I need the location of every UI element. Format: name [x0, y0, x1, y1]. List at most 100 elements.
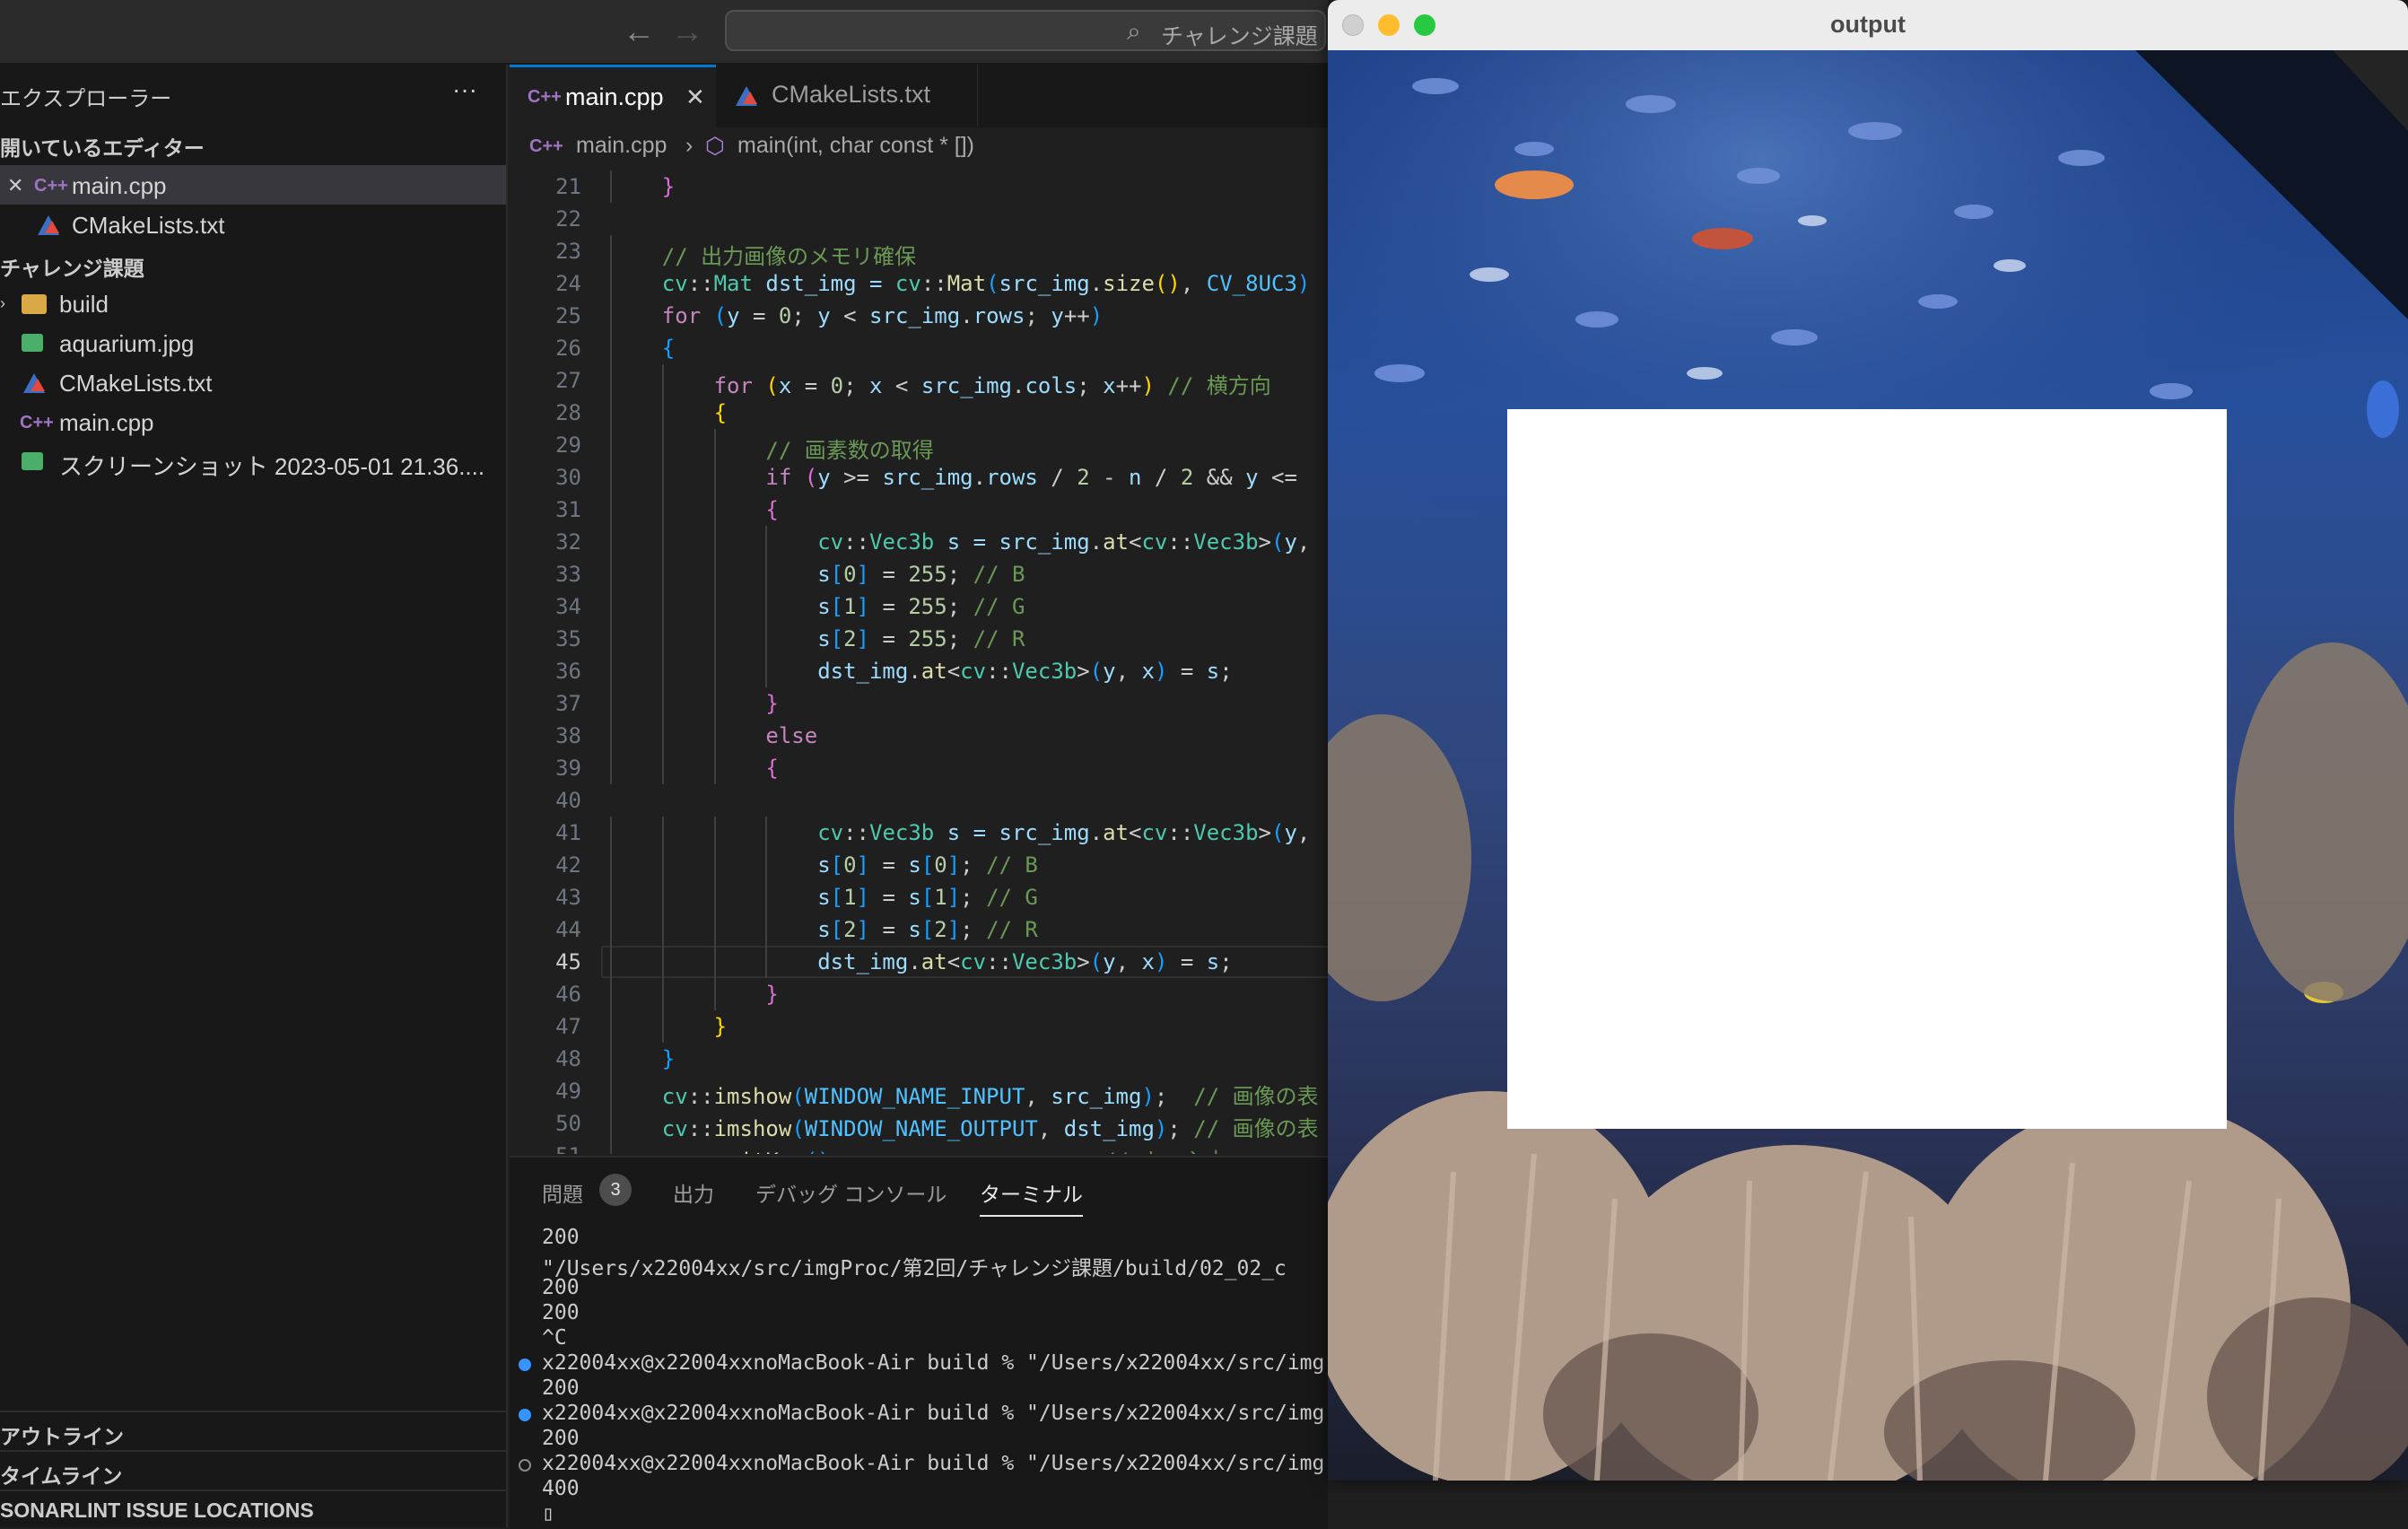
- indent-guide: [713, 978, 716, 1010]
- code-editor[interactable]: 21} 22 23// 出力画像のメモリ確保 24 cv::Mat dst_img = …: [510, 167, 1328, 1154]
- breadcrumb-symbol[interactable]: main(int, char const * []): [737, 133, 974, 159]
- cmake-file-icon: [38, 215, 59, 235]
- indent-guide: [765, 881, 768, 913]
- line-number: 44: [555, 917, 581, 942]
- file-label: スクリーンショット 2023-05-01 21.36....: [59, 453, 485, 480]
- code-line: s[0] = 255; // B: [817, 562, 1025, 587]
- indent-guide: [713, 526, 716, 558]
- indent-guide: [610, 558, 612, 590]
- code-line: s[1] = s[1]; // G: [817, 885, 1038, 910]
- indent-guide: [661, 687, 664, 720]
- chevron-right-icon: ›: [685, 133, 694, 158]
- indent-guide: [713, 817, 716, 849]
- breadcrumb-file[interactable]: main.cpp: [576, 133, 667, 159]
- aquarium-image: [1328, 50, 2408, 1481]
- indent-guide: [610, 300, 612, 332]
- search-icon: ⌕: [1127, 17, 1141, 45]
- indent-guide: [610, 1140, 612, 1154]
- code-line: cv::waitKey(); // キー入力: [662, 1143, 1228, 1154]
- folder-header[interactable]: チャレンジ課題: [0, 251, 144, 282]
- indent-guide: [610, 526, 612, 558]
- indent-guide: [661, 461, 664, 494]
- code-line: }: [765, 691, 779, 716]
- close-tab-icon[interactable]: ✕: [685, 83, 705, 111]
- file-item-cmakelists[interactable]: CMakeLists.txt: [0, 363, 506, 402]
- line-number: 36: [555, 659, 581, 684]
- line-number: 35: [555, 626, 581, 651]
- tab-cmakelists[interactable]: CMakeLists.txt: [718, 65, 978, 127]
- code-line: // 出力画像のメモリ確保: [661, 244, 917, 269]
- indent-guide: [713, 461, 716, 494]
- sonarlint-section[interactable]: SONARLINT ISSUE LOCATIONS: [0, 1490, 506, 1527]
- command-pending-dot-icon[interactable]: [519, 1459, 531, 1472]
- indent-guide: [713, 946, 716, 978]
- indent-guide: [610, 235, 612, 267]
- line-number: 21: [555, 174, 581, 199]
- indent-guide: [661, 720, 664, 752]
- terminal-line: ▯: [542, 1502, 554, 1525]
- line-number: 24: [555, 271, 581, 296]
- terminal-line: x22004xx@x22004xxnoMacBook-Air build % "…: [542, 1351, 1325, 1375]
- open-editor-main-cpp[interactable]: ✕ C++ main.cpp: [0, 165, 506, 205]
- file-item-main-cpp[interactable]: C++ main.cpp: [0, 402, 506, 441]
- outline-section[interactable]: アウトライン: [0, 1411, 506, 1448]
- indent-guide: [610, 881, 612, 913]
- file-label: CMakeLists.txt: [59, 370, 213, 397]
- line-number: 29: [555, 432, 581, 458]
- close-icon[interactable]: ✕: [7, 174, 23, 197]
- chevron-right-icon: ›: [0, 294, 5, 312]
- indent-guide: [661, 817, 664, 849]
- workspace-name: チャレンジ課題: [1161, 24, 1318, 49]
- tab-main-cpp[interactable]: C++ main.cpp ✕: [510, 65, 716, 127]
- code-line: for (y = 0; y < src_img.rows; y++): [661, 303, 1104, 328]
- tab-terminal[interactable]: ターミナル: [980, 1177, 1083, 1217]
- cpp-file-icon: C++: [20, 413, 54, 432]
- line-number: 41: [555, 820, 581, 845]
- file-item-screenshot[interactable]: スクリーンショット 2023-05-01 21.36....: [0, 441, 506, 481]
- terminal-line: 200: [542, 1301, 580, 1324]
- tab-problems[interactable]: 問題: [542, 1177, 583, 1208]
- indent-guide: [610, 332, 612, 364]
- back-arrow-icon[interactable]: ←: [623, 13, 655, 50]
- indent-guide: [661, 526, 664, 558]
- tab-debug-console[interactable]: デバッグ コンソール: [755, 1177, 947, 1208]
- output-window: output: [1328, 0, 2408, 1481]
- indent-guide: [661, 752, 664, 784]
- command-success-dot-icon[interactable]: [519, 1409, 531, 1421]
- line-number: 33: [555, 562, 581, 587]
- indent-guide: [610, 1075, 612, 1107]
- code-line: dst_img.at<cv::Vec3b>(y, x) = s;: [817, 659, 1233, 684]
- indent-guide: [713, 623, 716, 655]
- indent-guide: [610, 849, 612, 881]
- cpp-file-icon: C++: [34, 176, 68, 196]
- tab-label: CMakeLists.txt: [772, 81, 931, 108]
- indent-guide: [765, 655, 768, 687]
- code-line: }: [765, 982, 779, 1007]
- command-success-dot-icon[interactable]: [519, 1359, 531, 1371]
- code-line: else: [765, 723, 818, 748]
- indent-guide: [610, 590, 612, 623]
- open-editors-header[interactable]: 開いているエディター: [0, 131, 205, 162]
- forward-arrow-icon[interactable]: →: [671, 13, 703, 50]
- code-line: for (x = 0; x < src_img.cols; x++) // 横方…: [713, 373, 1271, 398]
- white-square-region: [1507, 409, 2227, 1129]
- more-actions-icon[interactable]: ···: [452, 75, 477, 104]
- file-item-aquarium[interactable]: aquarium.jpg: [0, 323, 506, 363]
- timeline-section[interactable]: タイムライン: [0, 1450, 506, 1488]
- explorer-title: エクスプローラー: [0, 87, 172, 111]
- command-center-search[interactable]: ⌕ チャレンジ課題: [725, 10, 1326, 51]
- indent-guide: [713, 590, 716, 623]
- line-number: 28: [555, 400, 581, 425]
- open-editor-cmakelists[interactable]: CMakeLists.txt: [0, 205, 506, 244]
- indent-guide: [713, 494, 716, 526]
- line-number: 46: [555, 982, 581, 1007]
- code-line: if (y >= src_img.rows / 2 - n / 2 && y <…: [765, 465, 1297, 490]
- problems-count-badge: 3: [599, 1174, 632, 1206]
- indent-guide: [610, 267, 612, 300]
- indent-guide: [713, 558, 716, 590]
- line-number: 31: [555, 497, 581, 522]
- indent-guide: [661, 655, 664, 687]
- tab-output[interactable]: 出力: [673, 1177, 714, 1208]
- indent-guide: [610, 397, 612, 429]
- file-item-build[interactable]: › build: [0, 284, 506, 323]
